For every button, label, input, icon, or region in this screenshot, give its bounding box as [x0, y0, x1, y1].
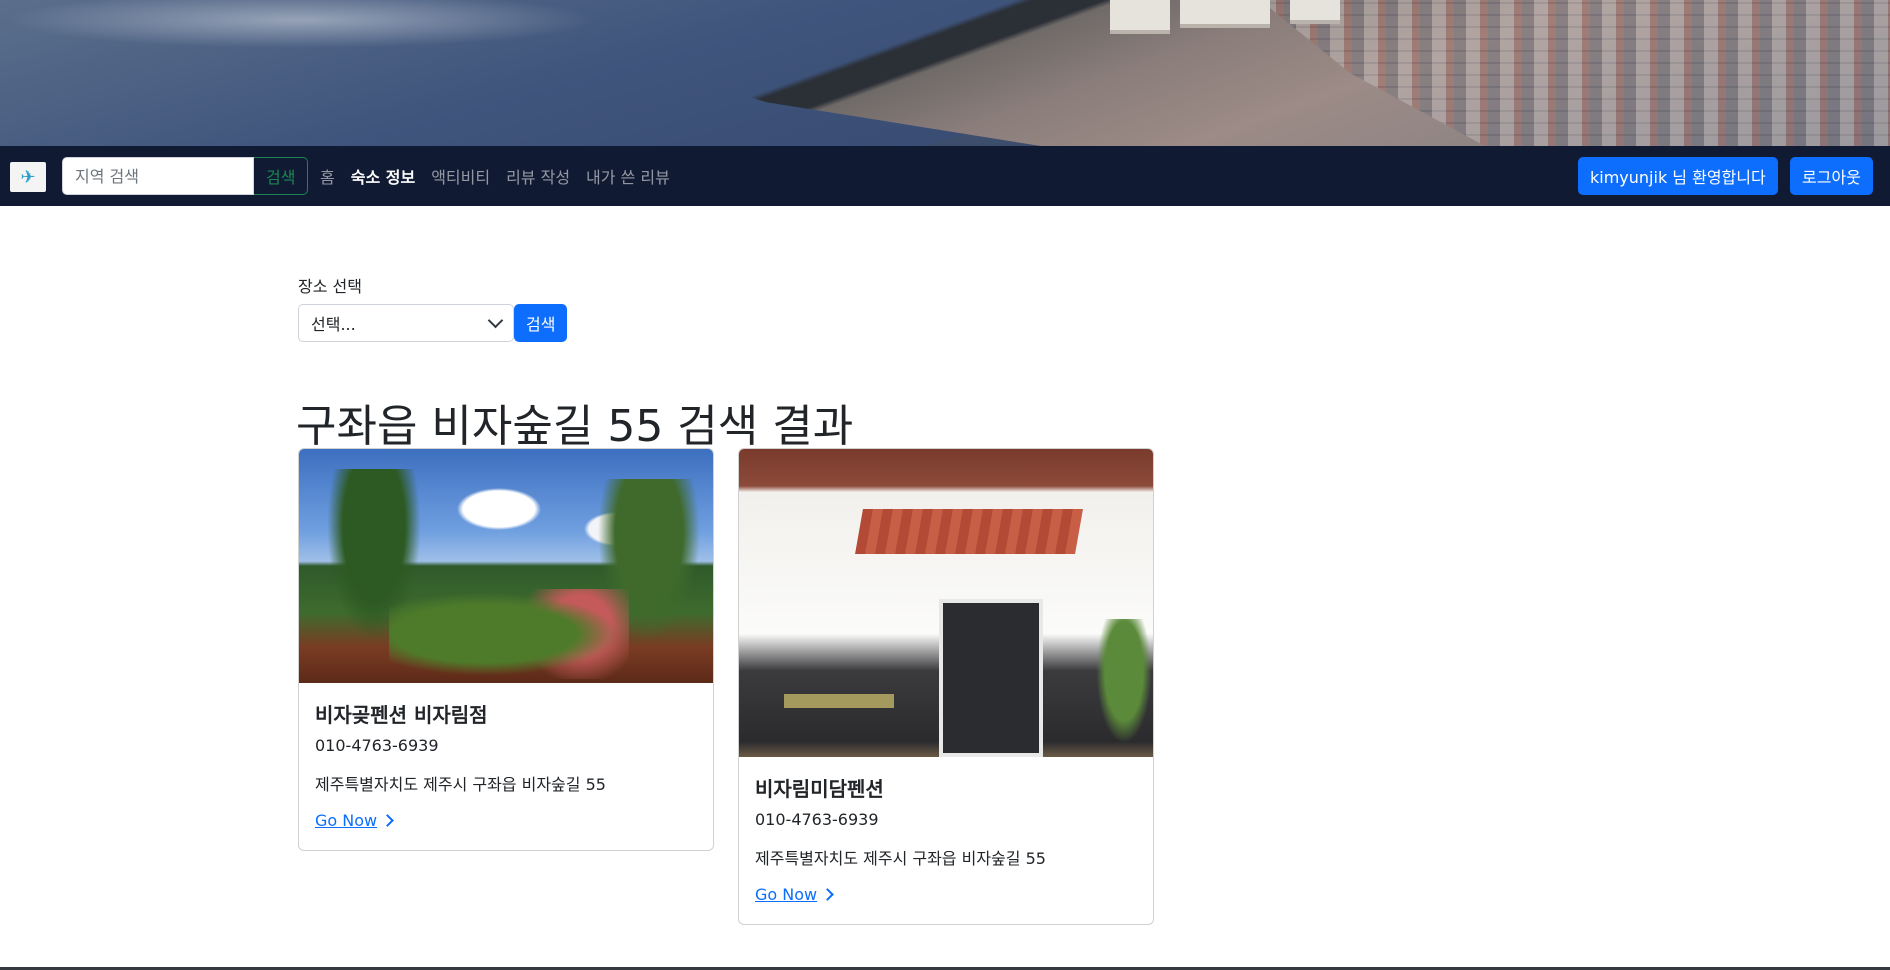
nav-link-my-reviews[interactable]: 내가 쓴 리뷰 — [578, 164, 678, 188]
nav-link-lodging[interactable]: 숙소 정보 — [343, 164, 423, 188]
lodging-card: 비자곶펜션 비자림점 010-4763-6939 제주특별자치도 제주시 구좌읍… — [298, 448, 714, 851]
tile-roof — [855, 509, 1083, 554]
lodging-photo — [299, 449, 713, 683]
lodging-card: 비자림미담펜션 010-4763-6939 제주특별자치도 제주시 구좌읍 비자… — [738, 448, 1154, 925]
hero-banner-image — [0, 0, 1890, 146]
card-body: 비자곶펜션 비자림점 010-4763-6939 제주특별자치도 제주시 구좌읍… — [299, 683, 713, 846]
place-select-value: 선택... — [311, 315, 356, 334]
go-now-label: Go Now — [755, 885, 818, 904]
nav-links: 홈 숙소 정보 액티비티 리뷰 작성 내가 쓴 리뷰 — [312, 146, 678, 206]
sliding-door — [939, 599, 1043, 757]
go-now-link[interactable]: Go Now — [755, 885, 834, 904]
chevron-right-icon — [821, 888, 834, 901]
card-body: 비자림미담펜션 010-4763-6939 제주특별자치도 제주시 구좌읍 비자… — [739, 757, 1153, 920]
lodging-photo — [739, 449, 1153, 757]
hero-building — [1290, 0, 1340, 24]
picnic-table — [784, 694, 894, 708]
site-logo-icon[interactable]: ✈ — [10, 162, 46, 192]
nav-link-activity[interactable]: 액티비티 — [423, 164, 498, 188]
region-search-input[interactable] — [62, 157, 254, 195]
nav-link-home[interactable]: 홈 — [312, 164, 343, 188]
hero-building — [1110, 0, 1170, 34]
place-select-label: 장소 선택 — [298, 277, 362, 296]
logout-button[interactable]: 로그아웃 — [1790, 157, 1873, 195]
region-search-form: 검색 — [62, 157, 309, 195]
chevron-right-icon — [381, 814, 394, 827]
hero-building — [1180, 0, 1270, 28]
garden-shrubs — [389, 589, 629, 679]
card-phone: 010-4763-6939 — [315, 736, 439, 755]
nav-link-write-review[interactable]: 리뷰 작성 — [498, 164, 578, 188]
place-select[interactable]: 선택... — [298, 304, 514, 342]
card-title: 비자곶펜션 비자림점 — [315, 703, 488, 727]
go-now-link[interactable]: Go Now — [315, 811, 394, 830]
card-title: 비자림미담펜션 — [755, 777, 884, 801]
region-search-button[interactable]: 검색 — [254, 157, 309, 195]
card-address: 제주특별자치도 제주시 구좌읍 비자숲길 55 — [315, 775, 606, 794]
chevron-down-icon — [487, 312, 504, 329]
place-search-button[interactable]: 검색 — [514, 304, 568, 342]
welcome-user-button[interactable]: kimyunjik 님 환영합니다 — [1578, 157, 1778, 195]
go-now-label: Go Now — [315, 811, 378, 830]
results-title: 구좌읍 비자숲길 55 검색 결과 — [296, 401, 854, 452]
card-address: 제주특별자치도 제주시 구좌읍 비자숲길 55 — [755, 849, 1046, 868]
potted-plant — [1094, 619, 1153, 749]
card-phone: 010-4763-6939 — [755, 810, 879, 829]
